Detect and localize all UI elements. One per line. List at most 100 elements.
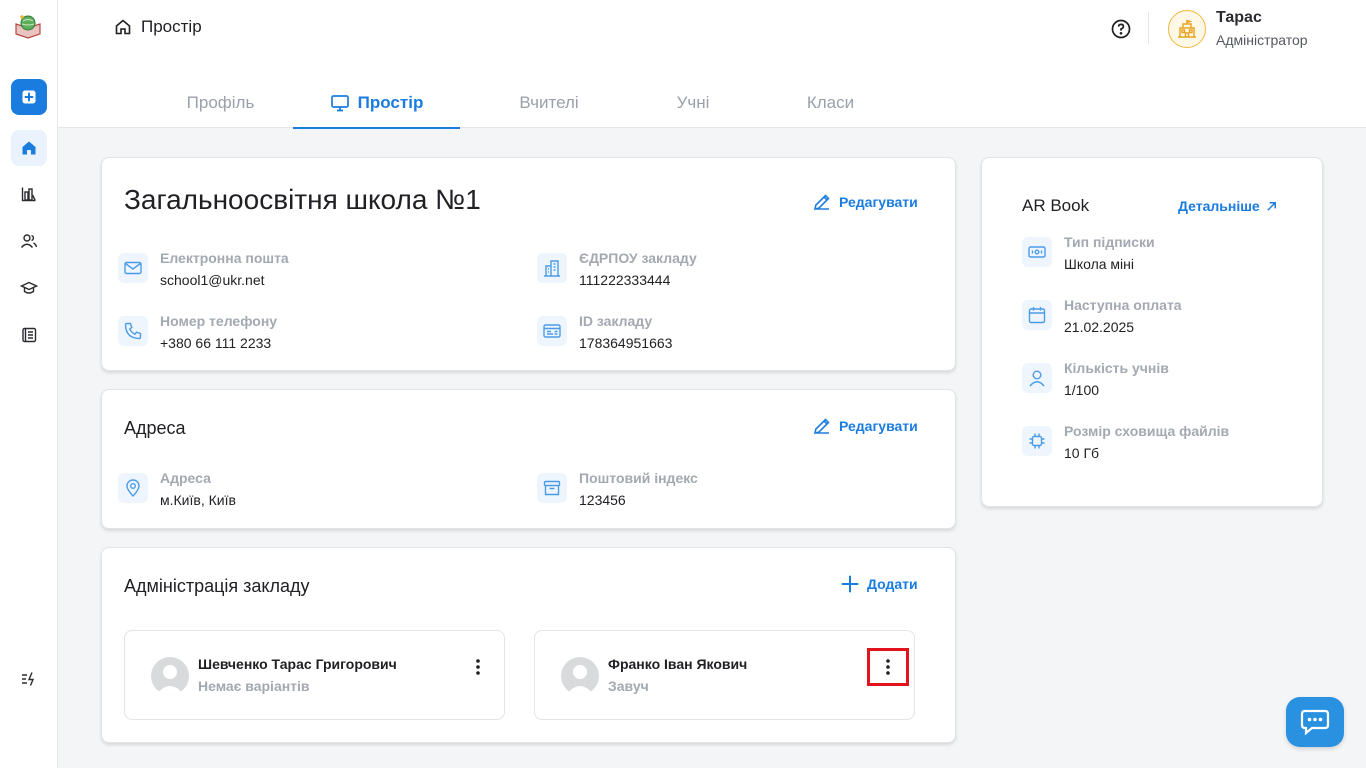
journal-icon[interactable] xyxy=(11,317,47,353)
plus-icon xyxy=(841,575,859,593)
add-label: Додати xyxy=(867,576,918,592)
person-role: Завуч xyxy=(608,678,649,694)
edit-label: Редагувати xyxy=(839,418,918,434)
users-icon[interactable] xyxy=(11,223,47,259)
edit-label: Редагувати xyxy=(839,194,918,210)
person-avatar-icon xyxy=(151,657,189,695)
students-count-field: Кількість учнів 1/100 xyxy=(1022,359,1169,399)
edrpou-value: 111222333444 xyxy=(579,272,671,288)
postal-field: Поштовий індекс 123456 xyxy=(537,469,698,509)
more-options-icon[interactable] xyxy=(867,648,909,686)
school-info-card: Загальноосвітня школа №1 Редагувати Елек… xyxy=(101,157,956,371)
students-count-value: 1/100 xyxy=(1064,382,1100,398)
tab-teachers[interactable]: Вчителі xyxy=(460,78,638,128)
phone-field: Номер телефону +380 66 111 2233 xyxy=(118,312,277,352)
administration-card: Адміністрація закладу Додати Шевченко Та… xyxy=(101,547,956,743)
address-field: Адреса м.Київ, Київ xyxy=(118,469,236,509)
payment-label: Наступна оплата xyxy=(1064,297,1182,313)
phone-value: +380 66 111 2233 xyxy=(160,335,272,351)
arrow-up-right-icon xyxy=(1266,201,1276,211)
subscription-value: Школа міні xyxy=(1064,256,1135,272)
postal-label: Поштовий індекс xyxy=(579,470,698,486)
add-admin-button[interactable]: Додати xyxy=(840,574,918,594)
tab-bar: Профіль Простір Вчителі Учні Класи xyxy=(148,78,913,129)
ticket-icon xyxy=(1022,237,1052,267)
tab-profile[interactable]: Профіль xyxy=(148,78,293,128)
school-building-icon xyxy=(1178,19,1196,38)
tab-classes[interactable]: Класи xyxy=(748,78,913,128)
subscription-field: Тип підписки Школа міні xyxy=(1022,233,1155,273)
email-field: Електронна пошта school1@ukr.net xyxy=(118,249,289,289)
graduation-cap-icon[interactable] xyxy=(11,270,47,306)
admin-person-card[interactable]: Франко Іван Якович Завуч xyxy=(534,630,915,720)
pencil-icon xyxy=(813,418,830,435)
school-title: Загальноосвітня школа №1 xyxy=(124,184,481,215)
tab-students[interactable]: Учні xyxy=(638,78,748,128)
tab-label: Вчителі xyxy=(519,93,579,112)
admin-person-card[interactable]: Шевченко Тарас Григорович Немає варіанті… xyxy=(124,630,505,720)
envelope-icon xyxy=(118,253,148,283)
email-value: school1@ukr.net xyxy=(160,272,265,288)
edrpou-label: ЄДРПОУ закладу xyxy=(579,250,697,266)
chip-icon xyxy=(1022,426,1052,456)
ar-book-card: AR Book Детальніше Тип підписки Школа мі… xyxy=(981,157,1323,507)
school-logo-icon[interactable] xyxy=(13,12,43,42)
mailbox-icon xyxy=(537,473,567,503)
address-value: м.Київ, Київ xyxy=(160,492,236,508)
edrpou-field: ЄДРПОУ закладу 111222333444 xyxy=(537,249,697,289)
storage-label: Розмір сховища файлів xyxy=(1064,423,1230,439)
breadcrumb-label: Простір xyxy=(141,17,202,36)
help-icon[interactable] xyxy=(1110,18,1132,40)
tab-space[interactable]: Простір xyxy=(293,78,460,129)
address-title: Адреса xyxy=(124,418,186,438)
school-id-field: ID закладу 178364951663 xyxy=(537,312,672,352)
email-label: Електронна пошта xyxy=(160,250,289,266)
school-id-value: 178364951663 xyxy=(579,335,673,351)
person-name: Шевченко Тарас Григорович xyxy=(198,656,397,672)
postal-value: 123456 xyxy=(579,492,626,508)
chat-bubble-icon xyxy=(1300,709,1330,736)
storage-value: 10 Гб xyxy=(1064,445,1100,461)
statistics-icon[interactable] xyxy=(11,176,47,212)
subscription-label: Тип підписки xyxy=(1064,234,1155,250)
details-link[interactable]: Детальніше xyxy=(1178,198,1278,214)
location-pin-icon xyxy=(118,473,148,503)
user-role: Адміністратор xyxy=(1216,32,1308,48)
add-new-icon[interactable] xyxy=(11,79,47,115)
monitor-icon xyxy=(330,95,349,112)
address-card: Адреса Редагувати Адреса м.Київ, Київ По… xyxy=(101,389,956,529)
address-label: Адреса xyxy=(160,470,211,486)
school-id-label: ID закладу xyxy=(579,313,653,329)
tab-label: Класи xyxy=(806,93,855,112)
header-divider xyxy=(1148,12,1149,44)
person-name: Франко Іван Якович xyxy=(608,656,748,672)
payment-value: 21.02.2025 xyxy=(1064,319,1135,335)
tab-label: Профіль xyxy=(186,93,255,112)
calendar-icon xyxy=(1022,300,1052,330)
administration-title: Адміністрація закладу xyxy=(124,576,310,596)
user-avatar[interactable] xyxy=(1168,10,1206,48)
edit-school-button[interactable]: Редагувати xyxy=(812,192,918,212)
header: Простір Тарас Адміністратор Профіль Прос… xyxy=(58,0,1366,129)
breadcrumb[interactable]: Простір xyxy=(114,17,202,37)
students-count-label: Кількість учнів xyxy=(1064,360,1169,376)
person-avatar-icon xyxy=(561,657,599,695)
more-options-icon[interactable] xyxy=(466,655,490,679)
sidebar xyxy=(0,0,58,768)
chat-support-button[interactable] xyxy=(1286,697,1344,747)
id-card-icon xyxy=(537,316,567,346)
payment-field: Наступна оплата 21.02.2025 xyxy=(1022,296,1182,336)
tab-label: Учні xyxy=(676,93,710,112)
pencil-icon xyxy=(813,194,830,211)
storage-field: Розмір сховища файлів 10 Гб xyxy=(1022,422,1229,462)
phone-label: Номер телефону xyxy=(160,313,278,329)
building-icon xyxy=(537,253,567,283)
home-icon[interactable] xyxy=(11,130,47,166)
user-name[interactable]: Тарас xyxy=(1216,9,1262,27)
person-role: Немає варіантів xyxy=(198,678,310,694)
ar-book-title: AR Book xyxy=(1022,196,1090,215)
tab-label: Простір xyxy=(357,93,424,112)
edit-address-button[interactable]: Редагувати xyxy=(812,416,918,436)
phone-icon xyxy=(118,316,148,346)
collapse-sidebar-icon[interactable] xyxy=(11,661,47,697)
